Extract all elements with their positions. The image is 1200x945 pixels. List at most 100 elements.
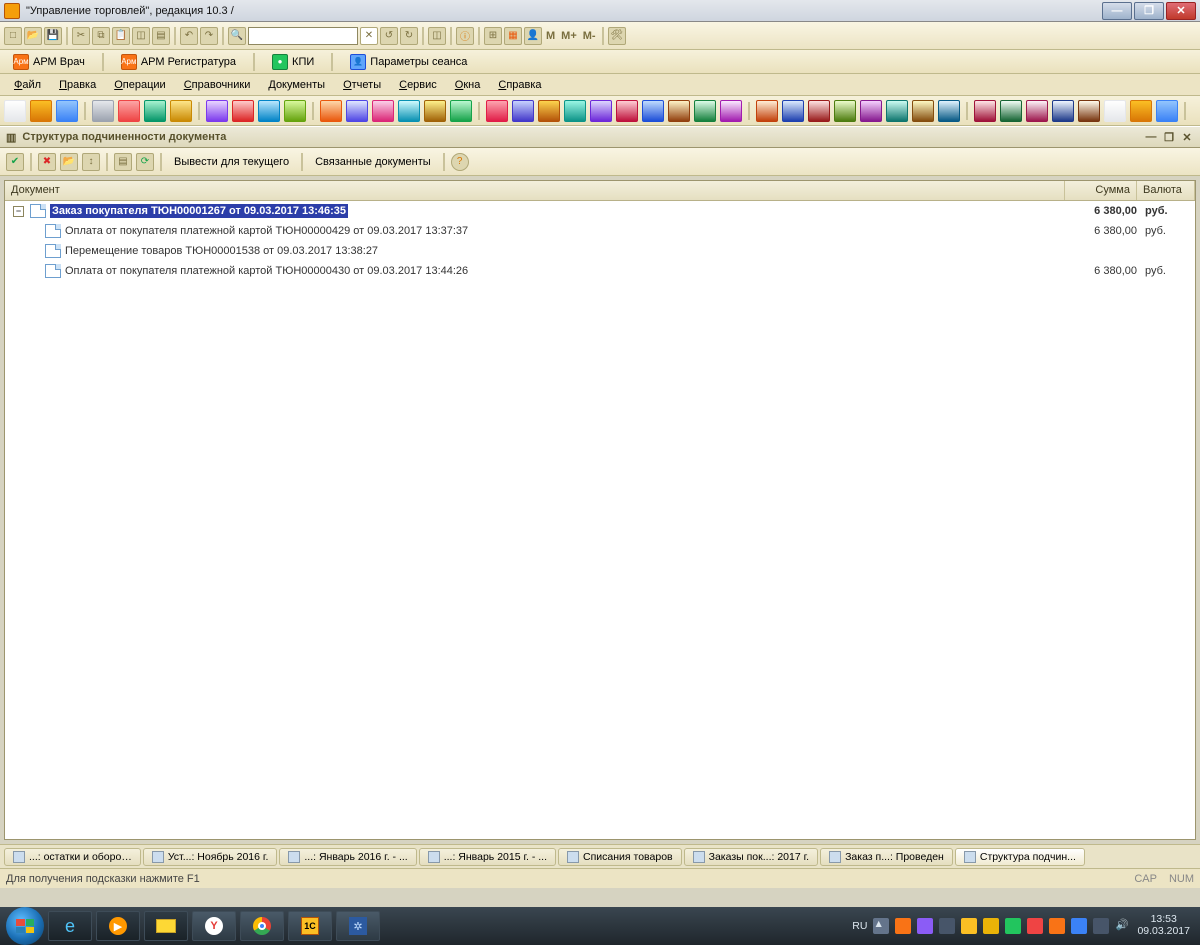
toolbar-icon[interactable] (486, 100, 508, 122)
task-explorer-icon[interactable] (144, 911, 188, 941)
minimize-button[interactable]: — (1102, 2, 1132, 20)
search-icon[interactable]: 🔍 (228, 27, 246, 45)
arm-doctor-button[interactable]: AрмАРМ Врач (6, 51, 92, 73)
toolbar-icon[interactable] (118, 100, 140, 122)
session-params-button[interactable]: 👤Параметры сеанса (343, 51, 474, 73)
toolbar-icon[interactable] (92, 100, 114, 122)
search-input[interactable] (248, 27, 358, 45)
windows-icon[interactable]: ◫ (428, 27, 446, 45)
panel-restore-icon[interactable]: ❐ (1162, 130, 1176, 144)
toolbar-icon[interactable] (1078, 100, 1100, 122)
tray-volume-icon[interactable]: 🔊 (1115, 918, 1131, 934)
reload-icon[interactable]: ⟳ (136, 153, 154, 171)
tray-clock[interactable]: 13:53 09.03.2017 (1137, 914, 1194, 937)
calendar-icon[interactable]: ▦ (504, 27, 522, 45)
toolbar-icon[interactable] (668, 100, 690, 122)
task-media-icon[interactable]: ▶ (96, 911, 140, 941)
tray-icon[interactable] (1049, 918, 1065, 934)
toolbar-icon[interactable] (424, 100, 446, 122)
tray-icon[interactable] (1027, 918, 1043, 934)
toolbar-icon[interactable] (320, 100, 342, 122)
help-icon[interactable]: ? (451, 153, 469, 171)
toolbar-icon[interactable] (590, 100, 612, 122)
close-button[interactable]: ✕ (1166, 2, 1196, 20)
toolbar-icon[interactable] (564, 100, 586, 122)
toolbar-icon[interactable] (258, 100, 280, 122)
lang-indicator[interactable]: RU (852, 920, 867, 932)
task-chrome-icon[interactable] (240, 911, 284, 941)
memory-mplus[interactable]: M+ (559, 30, 579, 42)
task-yandex-icon[interactable]: Y (192, 911, 236, 941)
menu-5[interactable]: Отчеты (335, 76, 389, 94)
kpi-button[interactable]: ●КПИ (265, 51, 321, 73)
tray-icon[interactable]: ▲ (873, 918, 889, 934)
toolbar-icon[interactable] (398, 100, 420, 122)
tray-icon[interactable] (983, 918, 999, 934)
open-icon[interactable]: 📂 (24, 27, 42, 45)
start-button[interactable] (6, 907, 44, 945)
toolbar-icon[interactable] (284, 100, 306, 122)
table-row[interactable]: −Заказ покупателя ТЮН00001267 от 09.03.2… (5, 201, 1195, 221)
memory-m[interactable]: M (544, 30, 557, 42)
cut-icon[interactable]: ✂ (72, 27, 90, 45)
grid-body[interactable]: −Заказ покупателя ТЮН00001267 от 09.03.2… (5, 201, 1195, 839)
tray-icon[interactable] (939, 918, 955, 934)
memory-mminus[interactable]: M- (581, 30, 598, 42)
tray-network-icon[interactable] (1093, 918, 1109, 934)
tray-icon[interactable] (895, 918, 911, 934)
mdi-tab[interactable]: ...: Январь 2016 г. - ... (279, 848, 416, 866)
tray-icon[interactable] (917, 918, 933, 934)
mdi-tab[interactable]: Структура подчин... (955, 848, 1085, 866)
toolbar-icon[interactable] (720, 100, 742, 122)
toolbar-icon[interactable] (372, 100, 394, 122)
toolbar-icon[interactable] (56, 100, 78, 122)
arm-reg-button[interactable]: AрмАРМ Регистратура (114, 51, 243, 73)
table-row[interactable]: Перемещение товаров ТЮН00001538 от 09.03… (5, 241, 1195, 261)
table-row[interactable]: Оплата от покупателя платежной картой ТЮ… (5, 261, 1195, 281)
toolbar-icon[interactable] (860, 100, 882, 122)
tray-icon[interactable] (961, 918, 977, 934)
toolbar-icon[interactable] (1104, 100, 1126, 122)
toolbar-icon[interactable] (30, 100, 52, 122)
mdi-tab[interactable]: ...: остатки и оборо… (4, 848, 141, 866)
paste-icon[interactable]: 📋 (112, 27, 130, 45)
open-doc-icon[interactable]: 📂 (60, 153, 78, 171)
toolbar-icon[interactable] (834, 100, 856, 122)
toolbar-icon[interactable] (886, 100, 908, 122)
toolbar-icon[interactable] (1000, 100, 1022, 122)
mdi-tab[interactable]: Заказы пок...: 2017 г. (684, 848, 818, 866)
tray-icon[interactable] (1005, 918, 1021, 934)
menu-3[interactable]: Справочники (176, 76, 259, 94)
toolbar-icon[interactable] (4, 100, 26, 122)
doc-icon[interactable]: ▤ (152, 27, 170, 45)
redo-icon[interactable]: ↷ (200, 27, 218, 45)
toolbar-icon[interactable] (642, 100, 664, 122)
toolbar-icon[interactable] (694, 100, 716, 122)
col-currency[interactable]: Валюта (1137, 181, 1195, 200)
info-icon[interactable]: ⓘ (456, 27, 474, 45)
toolbar-icon[interactable] (808, 100, 830, 122)
toolbar-icon[interactable] (1130, 100, 1152, 122)
copy-icon[interactable]: ⧉ (92, 27, 110, 45)
toolbar-icon[interactable] (616, 100, 638, 122)
toolbar-icon[interactable] (1052, 100, 1074, 122)
task-app-icon[interactable]: ✲ (336, 911, 380, 941)
new-icon[interactable]: □ (4, 27, 22, 45)
menu-7[interactable]: Окна (447, 76, 489, 94)
toolbar-icon[interactable] (538, 100, 560, 122)
undo-icon[interactable]: ↶ (180, 27, 198, 45)
toolbar-icon[interactable] (912, 100, 934, 122)
menu-0[interactable]: Файл (6, 76, 49, 94)
refresh-right-icon[interactable]: ↻ (400, 27, 418, 45)
output-current-button[interactable]: Вывести для текущего (168, 154, 295, 170)
col-document[interactable]: Документ (5, 181, 1065, 200)
menu-2[interactable]: Операции (106, 76, 173, 94)
calculator-icon[interactable]: ⊞ (484, 27, 502, 45)
mdi-tab[interactable]: Уст...: Ноябрь 2016 г. (143, 848, 278, 866)
maximize-button[interactable]: ❐ (1134, 2, 1164, 20)
menu-4[interactable]: Документы (260, 76, 333, 94)
tree-toggle-icon[interactable]: − (13, 206, 24, 217)
toolbar-icon[interactable] (346, 100, 368, 122)
toolbar-icon[interactable] (232, 100, 254, 122)
clipboard-icon[interactable]: ◫ (132, 27, 150, 45)
